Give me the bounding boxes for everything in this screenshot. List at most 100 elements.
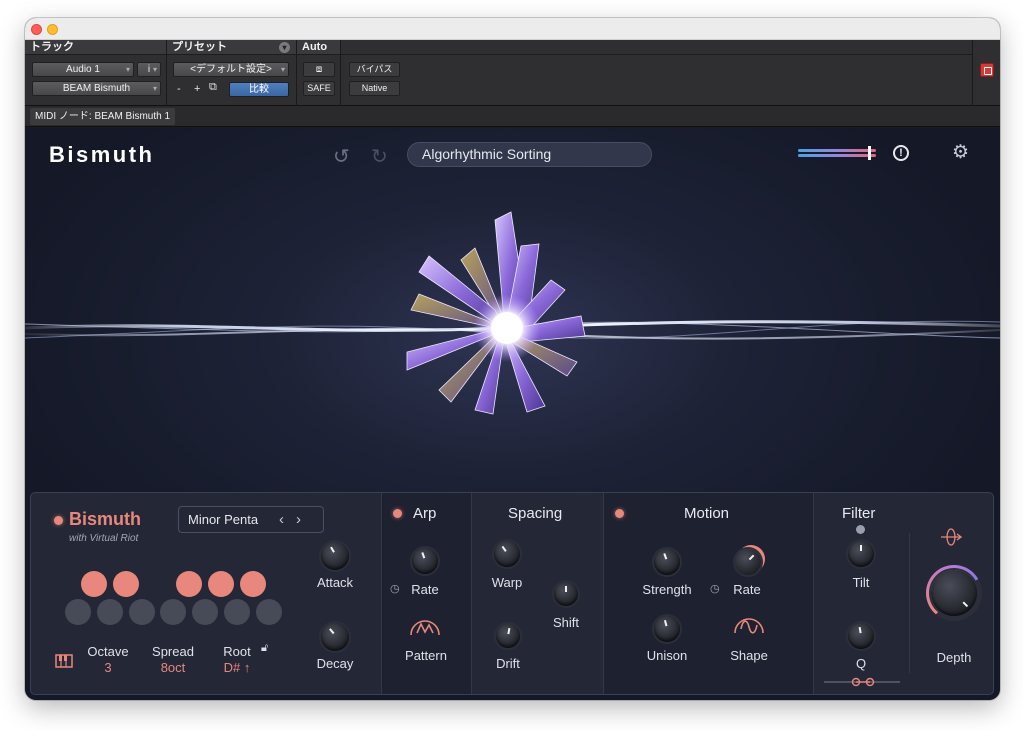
copy-icon[interactable]: ⧉ [209,81,217,94]
plugin-name: BEAM Bismuth [62,83,131,94]
bypass-section: バイパス Native [341,40,973,106]
arp-rate-label: Rate [411,582,439,597]
motion-rate-knob[interactable] [735,549,761,575]
attack-knob[interactable] [321,542,349,570]
arp-power-led[interactable] [393,509,402,518]
output-level-slider[interactable] [798,146,876,160]
safe-button[interactable]: SAFE [303,81,335,96]
bypass-button[interactable]: バイパス [349,62,400,77]
preset-value: <デフォルト設定> [190,64,272,75]
filter-slider[interactable] [822,677,902,687]
note-pad[interactable] [192,599,218,625]
unison-knob[interactable] [654,616,680,642]
scale-name: Minor Penta [188,512,259,527]
strength-label: Strength [642,582,692,597]
clock-icon[interactable]: ◷ [710,582,720,595]
preset-plus-button[interactable]: + [194,83,200,95]
motion-power-led[interactable] [615,509,624,518]
note-pad[interactable] [256,599,282,625]
track-section: トラック Audio 1 ▾ i ▾ BEAM Bismuth ▾ [25,40,167,106]
note-pad[interactable] [240,571,266,597]
knob-indicator [330,546,335,553]
warp-label: Warp [491,575,523,590]
knob-indicator [858,626,862,634]
arp-rate-knob[interactable] [412,548,438,574]
root-value[interactable]: D# ↑ [215,660,259,675]
redo-icon[interactable]: ↻ [371,144,388,169]
preset-selector[interactable]: <デフォルト設定> ▾ [173,62,289,77]
preset-name-field[interactable]: Algorhythmic Sorting [407,142,652,167]
title-bar [25,18,1000,40]
scale-arrows: ‹› [279,507,313,532]
note-pad[interactable] [224,599,250,625]
q-knob[interactable] [848,623,874,649]
track-selector[interactable]: Audio 1 ▾ [32,62,134,77]
bismuth-plugin: Bismuth ↺ ↻ Algorhythmic Sorting ! ⚙ Bis… [25,128,1000,700]
host-plugin-header: トラック Audio 1 ▾ i ▾ BEAM Bismuth ▾ プリセット ▾ <デ… [25,40,1000,106]
drift-knob[interactable] [496,624,520,648]
bypass-header-spacer [341,40,972,55]
note-pad[interactable] [160,599,186,625]
knob-indicator [860,545,862,551]
native-button[interactable]: Native [349,81,400,96]
depth-knob[interactable] [931,570,977,616]
tilt-label: Tilt [852,575,870,590]
output-level-thumb[interactable] [868,146,871,160]
undo-icon[interactable]: ↺ [333,144,350,169]
strength-knob[interactable] [654,549,680,575]
q-label: Q [855,656,867,671]
spread-value[interactable]: 8oct [147,660,199,675]
note-pad[interactable] [176,571,202,597]
crystal-cluster [406,211,586,415]
shift-knob[interactable] [554,582,578,606]
motion-section: Motion Strength ◷ Rate Unison Shape [603,493,813,694]
close-window-button[interactable] [31,24,42,35]
arp-pattern-label: Pattern [405,648,447,663]
note-pad[interactable] [129,599,155,625]
lock-icon[interactable]: 🔓︎ [261,642,268,655]
spacing-section: Spacing Warp Shift Drift [471,493,603,694]
piano-icon[interactable] [55,654,73,668]
auto-section: Auto ⧈ SAFE [297,40,341,106]
octave-value[interactable]: 3 [85,660,131,675]
gear-icon[interactable]: ⚙ [952,141,969,164]
control-panel: Bismuth with Virtual Riot Minor Penta ‹› [30,492,994,695]
spacing-title: Spacing [508,505,563,522]
chevron-down-icon: ▾ [280,65,285,74]
preset-minus-button[interactable]: - [177,83,181,95]
knob-indicator [663,620,668,627]
note-pad[interactable] [81,571,107,597]
motion-title: Motion [684,505,730,522]
sine-wave-icon[interactable] [732,611,766,643]
knob-indicator [748,554,755,561]
midi-node-tab[interactable]: MIDI ノード: BEAM Bismuth 1 [30,108,176,125]
plugin-selector[interactable]: BEAM Bismuth ▾ [32,81,161,96]
target-icon[interactable] [980,63,994,77]
knob-indicator [329,628,335,635]
scale-prev-icon[interactable]: ‹ [279,511,296,528]
warp-knob[interactable] [494,541,520,567]
power-led[interactable] [54,516,63,525]
scale-selector[interactable]: Minor Penta ‹› [178,506,324,533]
warning-icon[interactable]: ! [893,145,909,161]
clock-icon[interactable]: ◷ [390,582,400,595]
tilt-knob[interactable] [848,541,874,567]
note-pad[interactable] [208,571,234,597]
note-pad[interactable] [97,599,123,625]
automation-icon[interactable]: ⧈ [303,62,335,77]
depth-orbit-icon[interactable] [940,527,962,547]
decay-label: Decay [316,656,354,671]
track-info-button[interactable]: i ▾ [137,62,161,77]
filter-divider [909,533,910,673]
octave-label: Octave [87,644,129,659]
decay-knob[interactable] [321,623,349,651]
shape-label: Shape [730,648,768,663]
preset-menu-icon[interactable]: ▾ [279,42,290,53]
minimize-window-button[interactable] [47,24,58,35]
note-pad[interactable] [113,571,139,597]
compare-button[interactable]: 比較 [229,82,289,97]
note-pad[interactable] [65,599,91,625]
scale-next-icon[interactable]: › [296,511,313,528]
filter-led[interactable] [856,525,865,534]
pattern-icon[interactable] [408,613,442,643]
